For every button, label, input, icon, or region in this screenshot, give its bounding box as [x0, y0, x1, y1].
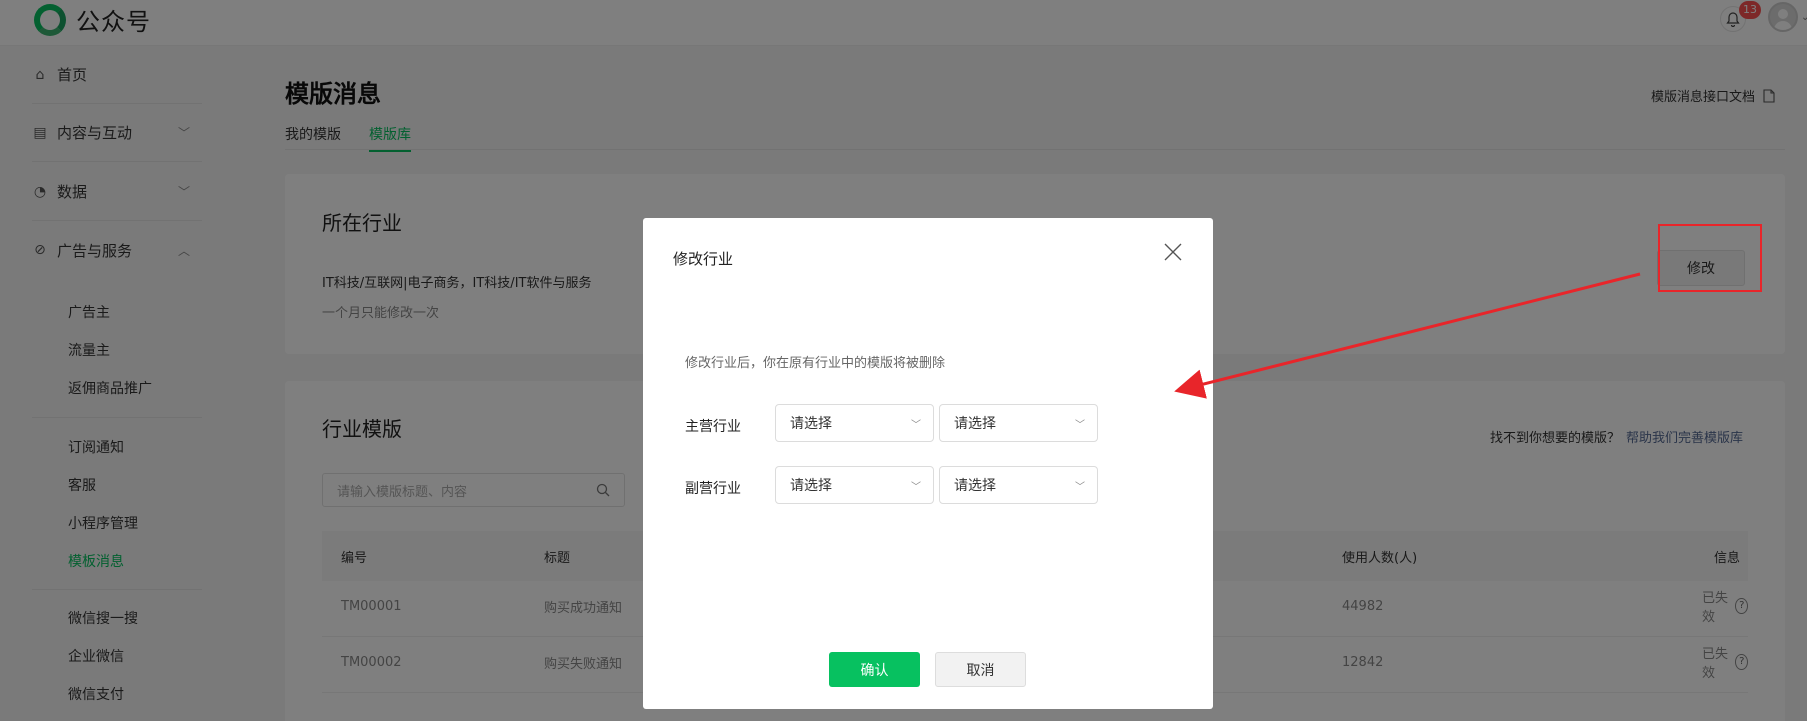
annotation-arrow: [1174, 272, 1641, 399]
page: 公众号 13 ⌄ ⌂ 首页 ▤ 内容与互动 ﹀ ◔ 数据 ﹀ ⊘ 广告与服务 ︿…: [0, 0, 1807, 721]
